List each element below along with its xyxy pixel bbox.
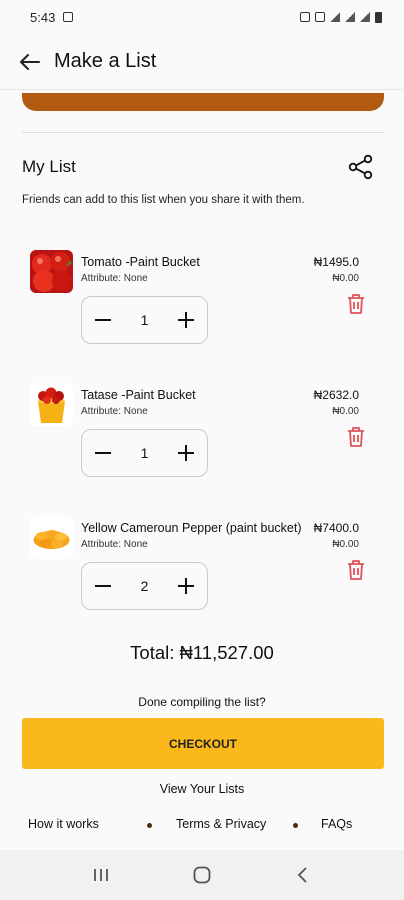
divider (22, 132, 384, 133)
item-price: ₦2632.0 (311, 388, 359, 402)
status-time: 5:43 (30, 9, 56, 25)
banner-strip (22, 93, 384, 111)
item-price: ₦7400.0 (311, 521, 359, 535)
quantity-value: 1 (140, 312, 149, 328)
battery-icon (375, 11, 382, 23)
plus-icon[interactable] (177, 444, 195, 462)
status-bar: 5:43 (0, 0, 404, 34)
quantity-value: 1 (140, 445, 149, 461)
page-title: Make a List (54, 50, 157, 72)
trash-icon[interactable] (345, 425, 367, 449)
system-nav-bar (0, 850, 404, 900)
item-price: ₦1495.0 (311, 255, 359, 269)
quantity-value: 2 (140, 578, 149, 594)
footer-links: How it works Terms & Privacy FAQs (0, 817, 404, 835)
app-bar: Make a List (0, 34, 404, 90)
wifi-icon (330, 12, 340, 22)
quantity-stepper: 1 (81, 429, 208, 477)
item-extra-price: ₦0.00 (332, 406, 359, 417)
faqs-link[interactable]: FAQs (321, 817, 352, 831)
quantity-stepper: 2 (81, 562, 208, 610)
vibrate-icon (315, 12, 325, 22)
how-it-works-link[interactable]: How it works (28, 817, 99, 831)
list-subtitle: Friends can add to this list when you sh… (22, 194, 305, 206)
separator-dot (293, 823, 298, 828)
view-your-lists-link[interactable]: View Your Lists (0, 782, 404, 796)
minus-icon[interactable] (94, 311, 112, 329)
plus-icon[interactable] (177, 577, 195, 595)
item-image-tatase (30, 383, 73, 426)
alarm-icon (300, 12, 310, 22)
terms-privacy-link[interactable]: Terms & Privacy (176, 817, 266, 831)
signal-icon (345, 12, 355, 22)
signal-2-icon (360, 12, 370, 22)
list-item: Tomato -Paint Bucket Attribute: None ₦14… (0, 250, 404, 370)
list-item: Yellow Cameroun Pepper (paint bucket) At… (0, 516, 404, 636)
item-attribute: Attribute: None (81, 539, 148, 550)
separator-dot (147, 823, 152, 828)
item-name: Yellow Cameroun Pepper (paint bucket) (81, 521, 302, 535)
minus-icon[interactable] (94, 577, 112, 595)
item-extra-price: ₦0.00 (332, 539, 359, 550)
item-image-yellow-pepper (30, 516, 73, 559)
done-prompt: Done compiling the list? (138, 695, 266, 709)
back-chevron-icon[interactable] (291, 863, 315, 887)
trash-icon[interactable] (345, 558, 367, 582)
plus-icon[interactable] (177, 311, 195, 329)
recent-apps-icon[interactable] (89, 863, 113, 887)
checkout-button[interactable]: CHECKOUT (22, 718, 384, 769)
item-name: Tatase -Paint Bucket (81, 388, 196, 402)
arrow-left-icon[interactable] (18, 50, 42, 74)
trash-icon[interactable] (345, 292, 367, 316)
list-item: Tatase -Paint Bucket Attribute: None ₦26… (0, 383, 404, 503)
item-extra-price: ₦0.00 (332, 273, 359, 284)
list-total: Total: ₦11,527.00 (130, 642, 274, 663)
item-attribute: Attribute: None (81, 406, 148, 417)
item-image-tomato (30, 250, 73, 293)
item-attribute: Attribute: None (81, 273, 148, 284)
minus-icon[interactable] (94, 444, 112, 462)
quantity-stepper: 1 (81, 296, 208, 344)
share-icon[interactable] (348, 154, 374, 180)
gallery-notification-icon (63, 12, 74, 22)
home-icon[interactable] (190, 863, 214, 887)
item-name: Tomato -Paint Bucket (81, 255, 200, 269)
list-title: My List (22, 157, 76, 176)
